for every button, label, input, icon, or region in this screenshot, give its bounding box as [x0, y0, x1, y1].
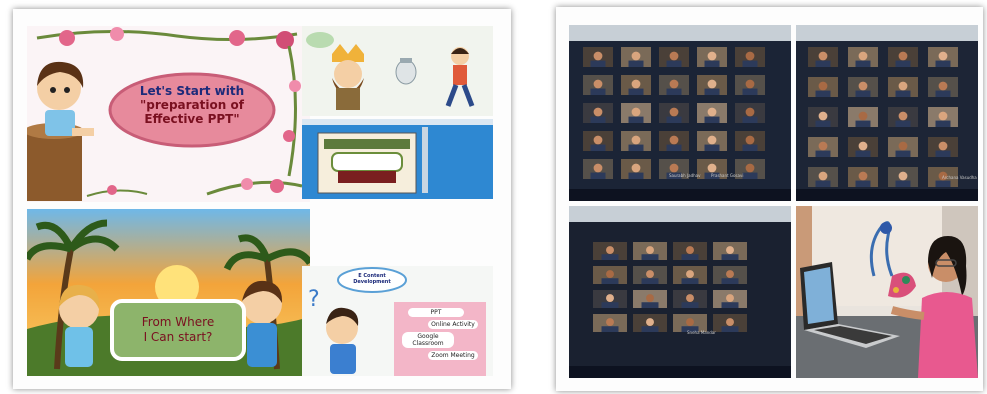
slide-intro: Let's Start with "preparation of Effecti…	[27, 26, 310, 202]
meeting-photo-3: Sneha Mandar	[569, 206, 791, 378]
participant-tile	[697, 75, 727, 95]
participant-tile	[713, 290, 747, 308]
intro-title-line3: Effective PPT"	[144, 112, 240, 126]
participant-tile	[735, 47, 765, 67]
participant-tile	[621, 131, 651, 151]
participant-tile	[888, 47, 918, 67]
tools-item: Online Activity	[428, 320, 478, 329]
participant-tile	[621, 103, 651, 123]
participant-tile	[888, 107, 918, 127]
video-grid	[569, 206, 791, 378]
participant-tile	[888, 77, 918, 97]
slide-tools: ? E Content Development PPT Online Activ…	[302, 266, 493, 376]
participant-tile	[593, 266, 627, 284]
meeting-photo-1: Saurabh Jadhav Prashant Gosavi	[569, 25, 791, 201]
participant-tile	[848, 107, 878, 127]
tools-list: PPT Online Activity Google Classroom Zoo…	[398, 306, 484, 363]
participant-tile	[659, 47, 689, 67]
participant-tile	[928, 137, 958, 157]
participant-tile	[659, 131, 689, 151]
participant-tile	[621, 47, 651, 67]
participant-tile	[735, 131, 765, 151]
participant-tile	[808, 47, 838, 67]
participant-tile	[697, 103, 727, 123]
participant-tile	[621, 159, 651, 179]
taskbar	[569, 366, 791, 378]
participant-tile	[713, 242, 747, 260]
participant-tile	[808, 107, 838, 127]
room-wall	[569, 25, 791, 41]
participant-tile	[928, 47, 958, 67]
participant-tile	[593, 314, 627, 332]
tools-item: Google Classroom	[402, 332, 454, 348]
tools-header: E Content Development	[353, 273, 391, 285]
participant-tile	[583, 159, 613, 179]
participant-tile	[735, 103, 765, 123]
participant-caption: Prashant Gosavi	[711, 173, 744, 178]
participant-tile	[621, 75, 651, 95]
participant-caption: Saurabh Jadhav	[669, 173, 701, 178]
participant-tile	[848, 77, 878, 97]
participant-tile	[713, 314, 747, 332]
tools-item: PPT	[408, 308, 464, 317]
participant-tile	[659, 75, 689, 95]
participant-tile	[888, 137, 918, 157]
room-wall	[569, 206, 791, 222]
participant-tile	[697, 131, 727, 151]
teacher-photo	[796, 206, 978, 378]
slide-cartoon	[302, 26, 493, 116]
question-text: From Where I Can start?	[115, 315, 241, 345]
question-line1: From Where	[141, 315, 215, 329]
slide-editor-screen	[302, 119, 493, 199]
participant-tile	[808, 137, 838, 157]
participant-tile	[848, 137, 878, 157]
participant-tile	[697, 47, 727, 67]
participant-tile	[808, 77, 838, 97]
participant-tile	[673, 266, 707, 284]
intro-title-line1: Let's Start with	[139, 84, 245, 98]
participant-tile	[848, 167, 878, 187]
slide-question: From Where I Can start?	[27, 209, 310, 376]
participant-tile	[928, 107, 958, 127]
tools-item: Zoom Meeting	[428, 351, 478, 360]
intro-title: Let's Start with "preparation of Effecti…	[117, 84, 267, 126]
participant-tile	[593, 290, 627, 308]
participant-tile	[808, 167, 838, 187]
participant-tile	[888, 167, 918, 187]
participant-tile	[583, 47, 613, 67]
participant-tile	[673, 242, 707, 260]
left-collage: Let's Start with "preparation of Effecti…	[13, 9, 511, 389]
question-line2: I Can start?	[143, 330, 213, 344]
participant-caption: Archana Vasudha	[942, 175, 977, 180]
intro-title-line2: "preparation of	[140, 98, 244, 112]
taskbar	[569, 189, 791, 201]
participant-tile	[583, 131, 613, 151]
participant-tile	[713, 266, 747, 284]
right-collage: Saurabh Jadhav Prashant Gosavi Archana V…	[556, 7, 983, 391]
participant-tile	[848, 47, 878, 67]
participant-tile	[735, 75, 765, 95]
participant-tile	[633, 266, 667, 284]
svg-text:?: ?	[308, 287, 320, 312]
participant-tile	[928, 77, 958, 97]
participant-tile	[633, 242, 667, 260]
teacher-at-laptop-illustration	[796, 206, 978, 378]
participant-tile	[673, 290, 707, 308]
taskbar	[796, 189, 978, 201]
participant-tile	[659, 103, 689, 123]
participant-tile	[593, 242, 627, 260]
meeting-photo-2: Archana Vasudha	[796, 25, 978, 201]
participant-caption: Sneha Mandar	[687, 330, 716, 335]
participant-tile	[633, 290, 667, 308]
participant-tile	[633, 314, 667, 332]
participant-tile	[583, 75, 613, 95]
room-wall	[796, 25, 978, 41]
participant-tile	[583, 103, 613, 123]
